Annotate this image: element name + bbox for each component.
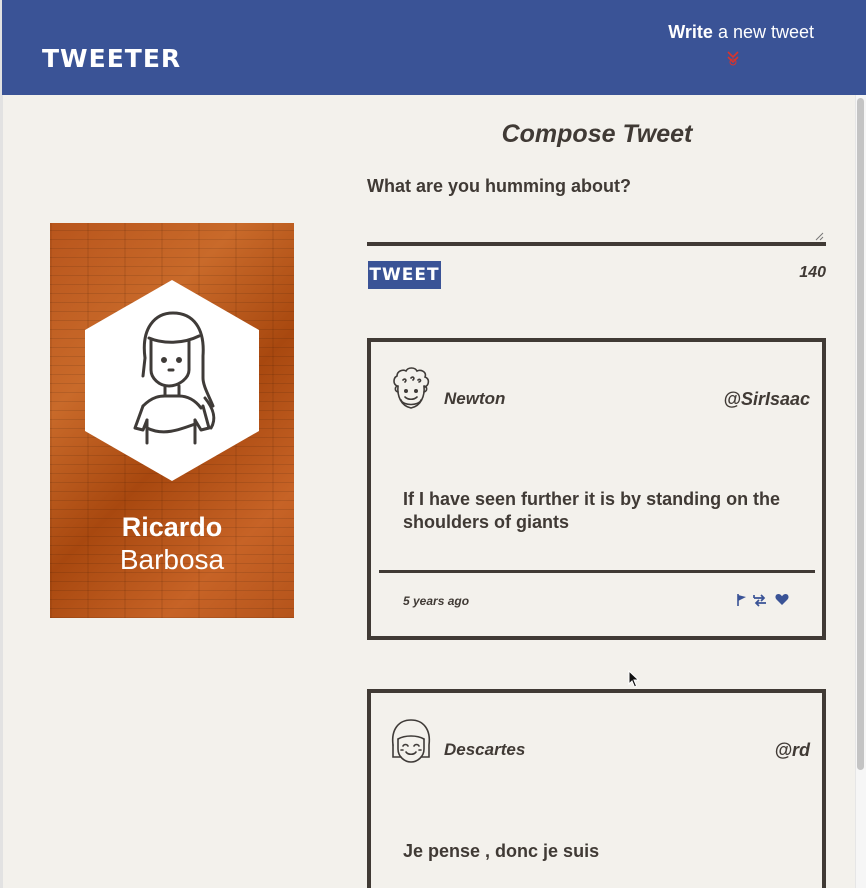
tweet-author-handle[interactable]: @rd bbox=[774, 740, 810, 761]
compose-title: Compose Tweet bbox=[501, 120, 693, 148]
double-chevron-down-icon[interactable] bbox=[725, 49, 741, 67]
top-nav: TWEETER Write a new tweet bbox=[2, 0, 866, 95]
tweet-text: Je pense , donc je suis bbox=[403, 841, 600, 861]
curly-hair-man-avatar-icon bbox=[393, 367, 430, 409]
window-edge bbox=[0, 0, 3, 888]
tweet-actions bbox=[737, 592, 797, 608]
mouse-cursor-icon bbox=[628, 670, 640, 688]
tweet-author-name[interactable]: Newton bbox=[444, 389, 505, 409]
write-link-bold: Write bbox=[668, 22, 713, 42]
tweet-author-handle[interactable]: @SirIsaac bbox=[723, 389, 810, 410]
tweet-divider bbox=[379, 570, 815, 573]
flag-icon[interactable] bbox=[737, 594, 747, 606]
profile-last-name: Barbosa bbox=[119, 544, 225, 575]
tweet-author-name[interactable]: Descartes bbox=[444, 740, 525, 760]
tweet-submit-button[interactable]: TWEET bbox=[368, 261, 441, 289]
woman-avatar-icon bbox=[85, 280, 259, 481]
heart-icon[interactable] bbox=[775, 593, 789, 606]
app-frame: TWEETER Write a new tweet Ricardo Barbos… bbox=[0, 0, 866, 888]
char-counter: 140 bbox=[799, 264, 826, 281]
resize-grip-icon[interactable] bbox=[815, 232, 824, 241]
write-new-tweet-link[interactable]: Write a new tweet bbox=[668, 22, 814, 43]
profile-card: Ricardo Barbosa bbox=[50, 223, 294, 618]
tweet-card: Descartes @rd Je pense , donc je suis bbox=[367, 689, 826, 888]
tweet-text: If I have seen further it is by standing… bbox=[403, 489, 781, 532]
tweet-timestamp: 5 years ago bbox=[403, 594, 470, 608]
smiling-bob-hair-avatar-icon bbox=[391, 719, 431, 763]
write-link-rest: a new tweet bbox=[712, 22, 814, 42]
profile-first-name: Ricardo bbox=[121, 512, 223, 542]
tweet-textarea[interactable] bbox=[367, 176, 826, 246]
scrollbar-thumb[interactable] bbox=[857, 98, 864, 770]
retweet-icon[interactable] bbox=[752, 593, 768, 607]
app-logo[interactable]: TWEETER bbox=[42, 44, 181, 73]
tweet-card: Newton @SirIsaac If I have seen further … bbox=[367, 338, 826, 640]
